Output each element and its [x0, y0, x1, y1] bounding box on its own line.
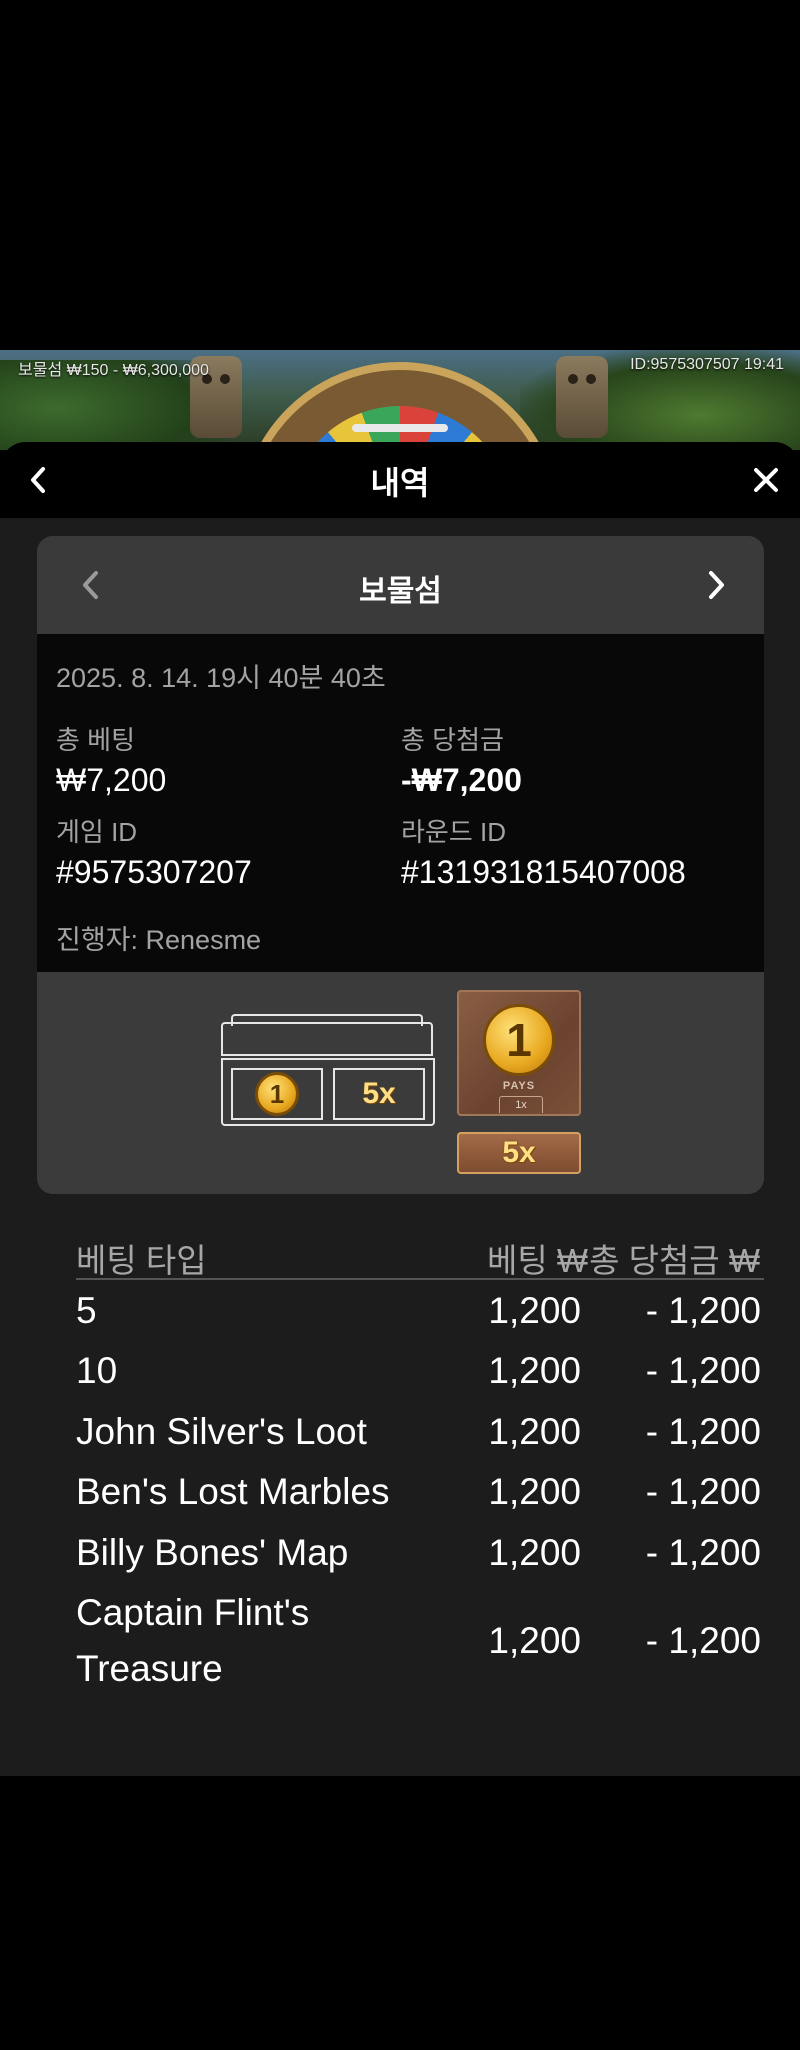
total-win-label: 총 당첨금 — [401, 725, 504, 755]
coin-icon: 1 — [255, 1072, 299, 1116]
sheet-header: 내역 — [0, 442, 800, 518]
bet-amount: 1,200 — [488, 1532, 581, 1573]
treasure-chest-icon: 1 5x — [221, 1014, 435, 1128]
total-win-value: -₩7,200 — [401, 762, 522, 798]
game-id-label: 게임 ID — [56, 817, 138, 847]
bet-amount: 1,200 — [488, 1290, 581, 1331]
pays-multiplier: 1x — [499, 1096, 543, 1113]
bet-win: - 1,200 — [645, 1411, 761, 1452]
next-round-button[interactable] — [694, 562, 740, 608]
sheet-drag-handle[interactable] — [352, 424, 448, 432]
chest-multiplier: 5x — [362, 1077, 396, 1110]
close-icon — [754, 468, 778, 492]
round-id-value: #131931815407008 — [401, 854, 686, 890]
bet-type: John Silver's Loot — [76, 1411, 367, 1452]
bet-type-line1: Captain Flint's — [76, 1592, 310, 1633]
table-row: John Silver's Loot 1,200 - 1,200 — [76, 1401, 764, 1461]
bet-win: - 1,200 — [645, 1350, 761, 1391]
round-detail-card: 보물섬 2025. 8. 14. 19시 40분 40초 총 베팅 ₩7,200… — [37, 536, 764, 1194]
chest-multiplier-slot: 5x — [333, 1068, 425, 1120]
total-bet-label: 총 베팅 — [56, 725, 135, 755]
header-bet-type: 베팅 타입 — [76, 1242, 207, 1279]
bet-win: - 1,200 — [645, 1620, 761, 1661]
bet-type: Ben's Lost Marbles — [76, 1471, 390, 1512]
round-id-label: 라운드 ID — [401, 817, 506, 847]
total-bet-value: ₩7,200 — [56, 762, 167, 798]
bet-amount: 1,200 — [488, 1620, 581, 1661]
table-row: 5 1,200 - 1,200 — [76, 1280, 764, 1340]
bets-table: 베팅 타입 베팅 ₩ 총 당첨금 ₩ 5 1,200 - 1,200 10 1,… — [76, 1230, 764, 1698]
pays-label: PAYS — [502, 1080, 536, 1092]
round-date: 2025. 8. 14. 19시 40분 40초 — [56, 663, 386, 693]
bet-win: - 1,200 — [645, 1471, 761, 1512]
game-id-value: #9575307207 — [56, 854, 252, 890]
bet-amount: 1,200 — [488, 1411, 581, 1452]
table-row: 10 1,200 - 1,200 — [76, 1340, 764, 1401]
bet-type-line2: Treasure — [76, 1648, 223, 1689]
bets-table-header: 베팅 타입 베팅 ₩ 총 당첨금 ₩ — [76, 1230, 764, 1280]
chest-coin-slot: 1 — [231, 1068, 323, 1120]
bet-win: - 1,200 — [645, 1290, 761, 1331]
chevron-right-icon — [709, 571, 724, 599]
multiplier-badge-text: 5x — [502, 1136, 536, 1169]
close-button[interactable] — [746, 460, 786, 500]
bet-type: 10 — [76, 1350, 118, 1391]
round-info: 2025. 8. 14. 19시 40분 40초 총 베팅 ₩7,200 총 당… — [37, 634, 764, 972]
header-bet-amount: 베팅 ₩ — [486, 1242, 588, 1279]
header-total-win: 총 당첨금 ₩ — [589, 1242, 760, 1279]
bet-type: 5 — [76, 1290, 97, 1331]
history-sheet: 내역 보물섬 2025. 8. 14. 19시 40분 40초 총 베팅 ₩7,… — [0, 442, 800, 1776]
bet-type: Billy Bones' Map — [76, 1532, 349, 1573]
pays-card: 1 PAYS 1x — [457, 990, 581, 1116]
sheet-title: 내역 — [370, 465, 430, 501]
round-navigator: 보물섬 — [37, 536, 764, 634]
table-row: Billy Bones' Map 1,200 - 1,200 — [76, 1522, 764, 1582]
bet-amount: 1,200 — [488, 1471, 581, 1512]
multiplier-badge: 5x — [457, 1132, 581, 1174]
dealer-name: 진행자: Renesme — [56, 925, 262, 955]
bet-win: - 1,200 — [645, 1532, 761, 1573]
game-limits-text: 보물섬 ₩150 - ₩6,300,000 — [18, 362, 209, 379]
bet-amount: 1,200 — [488, 1350, 581, 1391]
table-row: Ben's Lost Marbles 1,200 - 1,200 — [76, 1461, 764, 1522]
coin-icon: 1 — [483, 1004, 555, 1076]
bottom-empty-area — [0, 1776, 800, 2050]
table-row: Captain Flint's Treasure 1,200 - 1,200 — [76, 1582, 764, 1698]
round-result: 1 5x 1 PAYS 1x 5x — [37, 972, 764, 1194]
game-id-time-text: ID:9575307507 19:41 — [630, 356, 784, 373]
game-name: 보물섬 — [359, 575, 442, 608]
stone-skull-pillar-right — [556, 356, 608, 438]
treasure-wheel — [240, 362, 560, 450]
